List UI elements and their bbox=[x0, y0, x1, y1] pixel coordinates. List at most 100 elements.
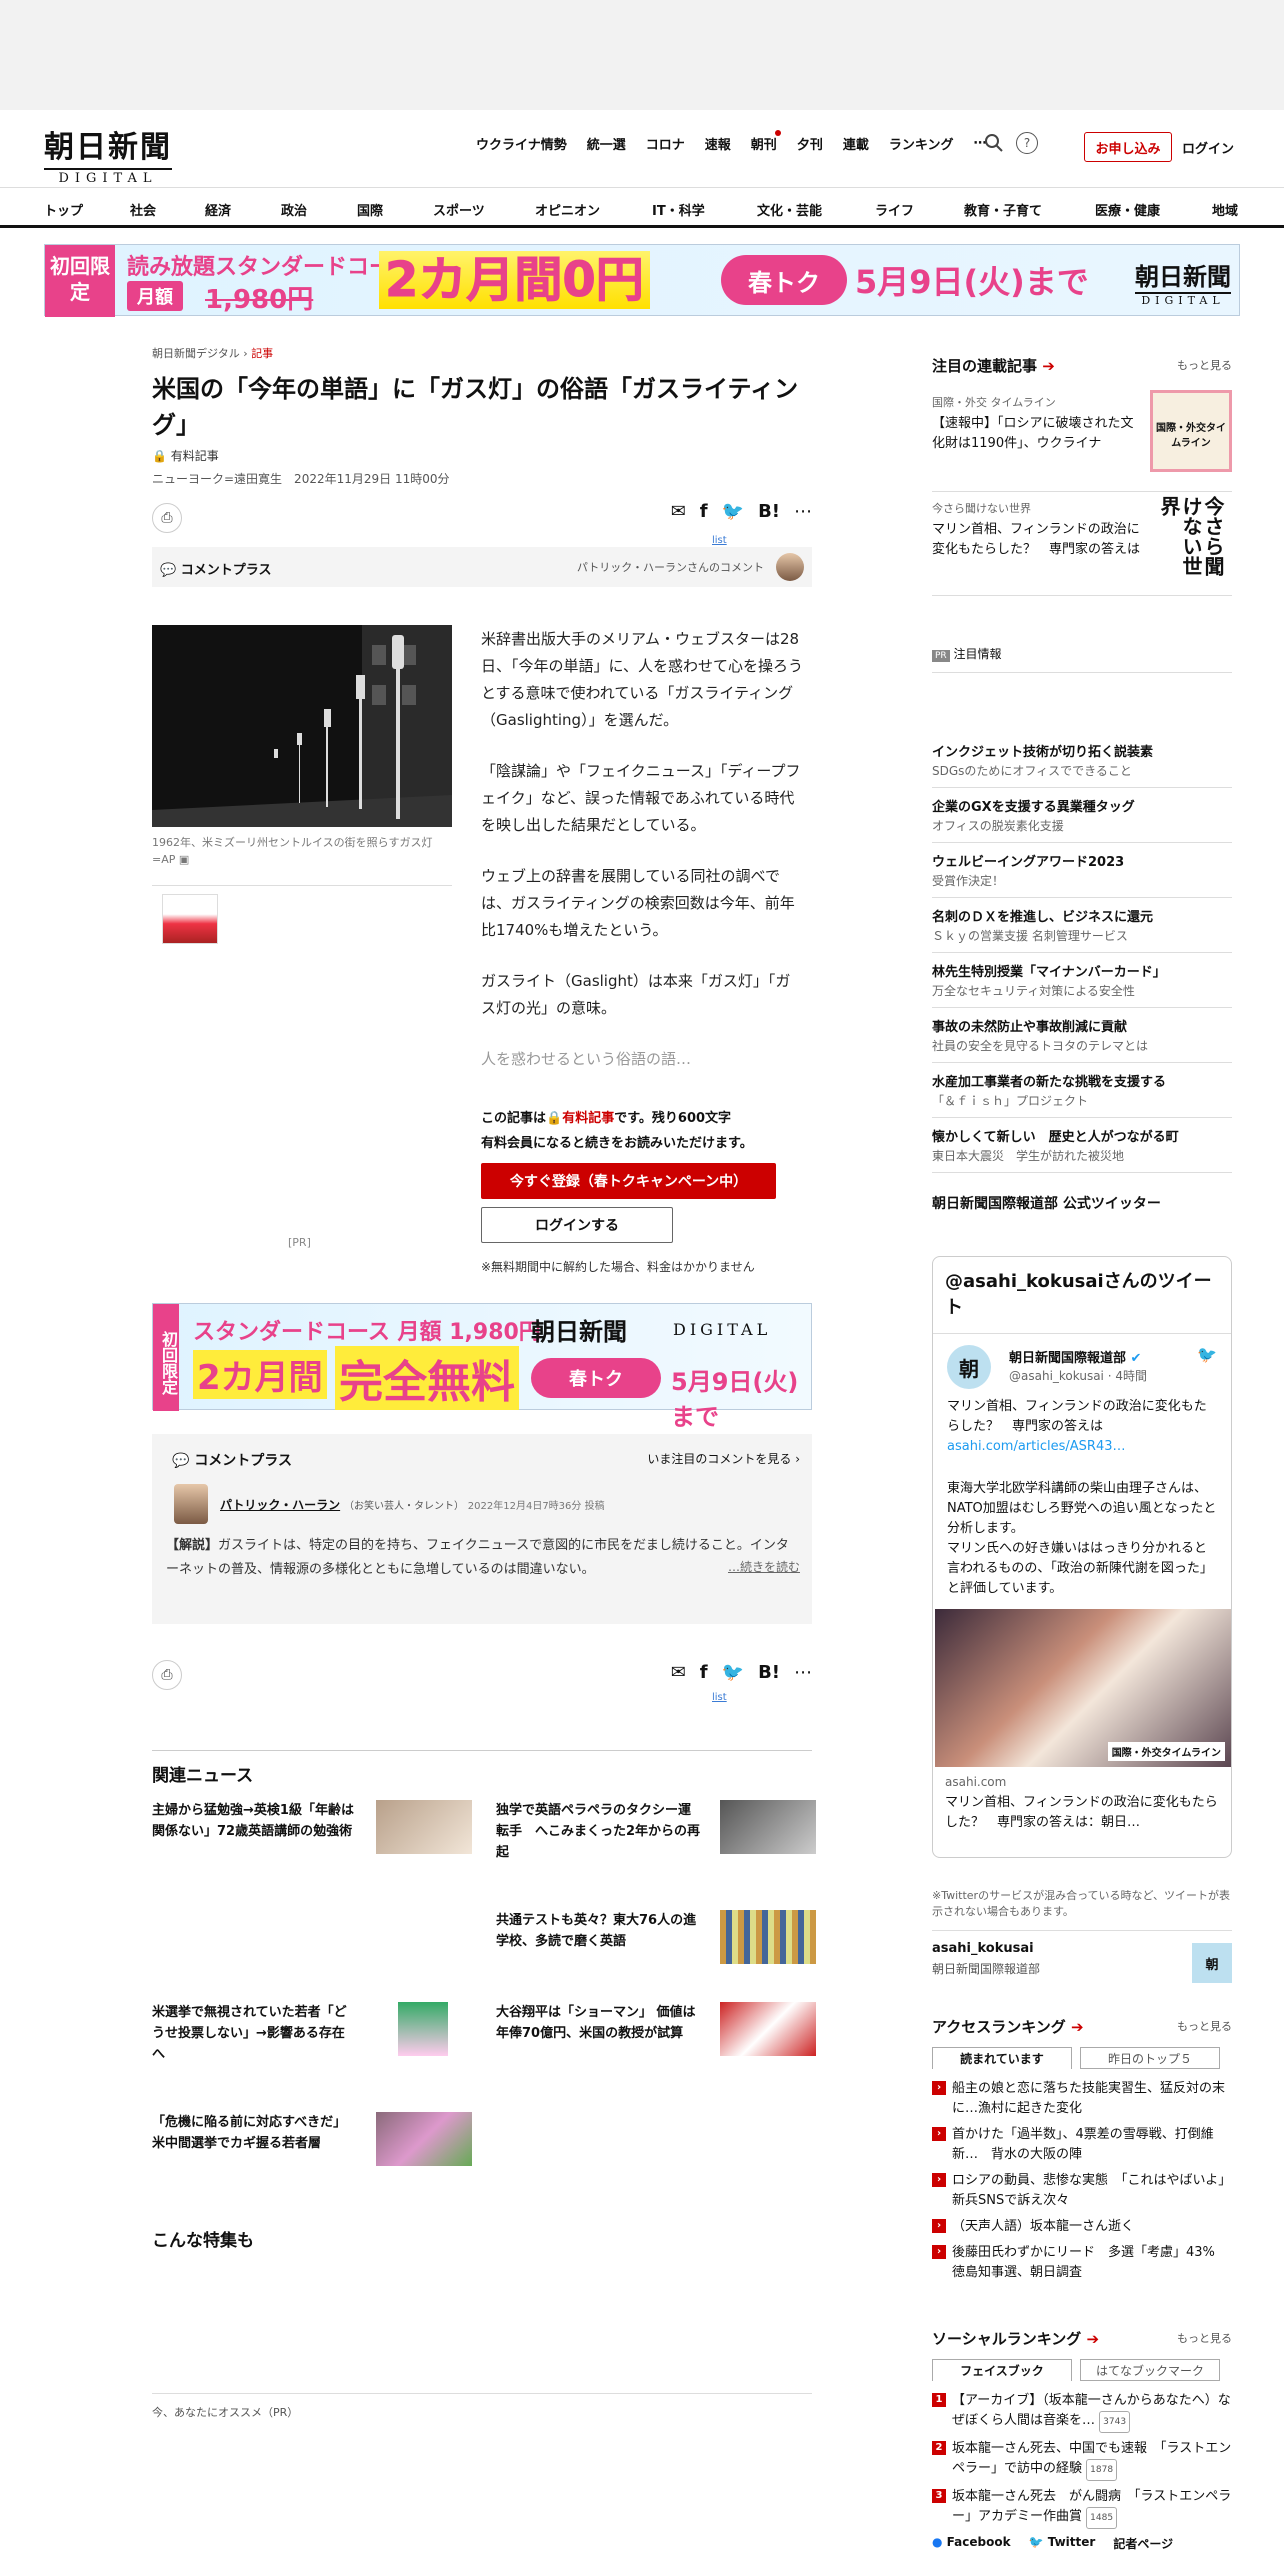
ad-item-6[interactable]: 事故の未然防止や事故削減に貢献 社員の安全を見守るトヨタのテレマとは bbox=[932, 1008, 1232, 1063]
print-icon[interactable]: ⎙ bbox=[152, 503, 182, 533]
hatena-icon-bottom[interactable]: B! bbox=[758, 1662, 780, 1683]
twitter-link[interactable]: 🐦 Twitter bbox=[1029, 2535, 1096, 2552]
cat-region[interactable]: 地域 bbox=[1212, 200, 1238, 219]
promo-banner-top[interactable]: 初回限定 読み放題スタンダードコース 月額 1,980円 2カ月間0円 春トク … bbox=[44, 244, 1240, 317]
ad-item-5[interactable]: 林先生特別授業「マイナンバーカード」 万全なセキュリティ対策による安全性 bbox=[932, 953, 1232, 1008]
social-more[interactable]: もっと見る bbox=[1177, 2330, 1232, 2346]
facebook-icon[interactable]: f bbox=[700, 501, 708, 522]
cat-health[interactable]: 医療・健康 bbox=[1095, 200, 1160, 219]
related-item-1[interactable]: 主婦から猛勉強→英検1級「年齢は関係ない」72歳英語講師の勉強術 bbox=[152, 1800, 472, 1854]
search-icon[interactable] bbox=[984, 133, 1004, 153]
cbox-more-link[interactable]: いま注目のコメントを見る › bbox=[647, 1450, 800, 1467]
cbox-read-more[interactable]: …続きを読む bbox=[728, 1558, 800, 1575]
nav-breaking[interactable]: 速報 bbox=[705, 134, 731, 153]
series-item-1[interactable]: 国際・外交 タイムライン 【速報中】「ロシアに破壊された文化財は1190件」、ウ… bbox=[932, 386, 1232, 492]
list-link[interactable]: list bbox=[712, 535, 727, 546]
site-logo[interactable]: 朝日新聞 DIGITAL bbox=[44, 122, 172, 186]
tab-hatena[interactable]: はてなブックマーク bbox=[1080, 2359, 1220, 2381]
crumb-site[interactable]: 朝日新聞デジタル bbox=[152, 347, 240, 360]
series-item-2[interactable]: 今さら聞けない世界 マリン首相、フィンランドの政治に変化もたらした？ 専門家の答… bbox=[932, 492, 1232, 596]
nav-ranking[interactable]: ランキング bbox=[889, 134, 954, 153]
access-item-5[interactable]: › 後藤田氏わずかにリード 多選「考慮」43% 徳島知事選、朝日調査 bbox=[932, 2243, 1232, 2283]
ad-item-1[interactable]: インクジェット技術が切り拓く説装素 SDGsのためにオフィスでできること bbox=[932, 733, 1232, 788]
reporter-link[interactable]: 記者ページ bbox=[1113, 2535, 1173, 2552]
access-item-3[interactable]: › ロシアの動員、悲惨な実態 「これはやばいよ」新兵SNSで訴え次々 bbox=[932, 2171, 1232, 2211]
ad-sub-6: 社員の安全を見守るトヨタのテレマとは bbox=[932, 1039, 1149, 1053]
cat-society[interactable]: 社会 bbox=[130, 200, 156, 219]
ad-item-8[interactable]: 懐かしくて新しい 歴史と人がつながる町 東日本大震災 学生が訪れた被災地 bbox=[932, 1118, 1232, 1173]
comment-plus-bar[interactable]: 💬 コメントプラス パトリック・ハーランさんのコメント bbox=[152, 547, 812, 587]
tw-avatar[interactable]: 朝 bbox=[947, 1345, 991, 1389]
ad-item-4[interactable]: 名刺のＤＸを推進し、ビジネスに還元 Ｓｋｙの営業支援 名刺管理サービス bbox=[932, 898, 1232, 953]
cat-education[interactable]: 教育・子育て bbox=[964, 200, 1042, 219]
ad-item-3[interactable]: ウェルビーイングアワード2023 受賞作決定！ bbox=[932, 843, 1232, 898]
access-item-4[interactable]: › （天声人語）坂本龍一さん逝く bbox=[932, 2217, 1232, 2237]
help-icon[interactable]: ? bbox=[1016, 132, 1038, 154]
article-login-button[interactable]: ログインする bbox=[481, 1207, 673, 1243]
series-more[interactable]: もっと見る bbox=[1177, 357, 1232, 373]
ad-item-7[interactable]: 水産加工事業者の新たな挑戦を支援する 「＆ｆｉｓｈ」プロジェクト bbox=[932, 1063, 1232, 1118]
related-item-5[interactable]: 大谷翔平は「ショーマン」 価値は年俸70億円、米国の教授が試算 bbox=[496, 2002, 816, 2056]
twitter-icon-bottom[interactable]: 🐦 bbox=[722, 1662, 744, 1683]
tw-name[interactable]: 朝日新聞国際報道部 ✔ bbox=[1009, 1347, 1141, 1366]
facebook-icon-bottom[interactable]: f bbox=[700, 1662, 708, 1683]
tab-yesterday[interactable]: 昨日のトップ５ bbox=[1080, 2047, 1220, 2069]
twitter-bird-icon[interactable]: 🐦 bbox=[1197, 1345, 1217, 1364]
mail-icon-bottom[interactable]: ✉ bbox=[671, 1662, 686, 1683]
related-item-3[interactable]: 共通テストも英々？東大76人の進学校、多読で磨く英語 bbox=[496, 1910, 816, 1964]
list-link-bottom[interactable]: list bbox=[712, 1692, 727, 1703]
nav-evening[interactable]: 夕刊 bbox=[797, 134, 823, 153]
tab-facebook[interactable]: フェイスブック bbox=[932, 2359, 1072, 2381]
cat-opinion[interactable]: オピニオン bbox=[535, 200, 600, 219]
social-item-3[interactable]: 3 坂本龍一さん死去 がん闘病 「ラストエンペラー」アカデミー作曲賞 1485 bbox=[932, 2487, 1232, 2529]
cat-life[interactable]: ライフ bbox=[875, 200, 914, 219]
twitter-logo-icon: 🐦 bbox=[1028, 2535, 1044, 2549]
social-item-2[interactable]: 2 坂本龍一さん死去、中国でも速報 「ラストエンペラー」で訪中の経験 1878 bbox=[932, 2439, 1232, 2481]
cat-it-science[interactable]: IT・科学 bbox=[652, 200, 705, 219]
nav-morning[interactable]: 朝刊 bbox=[751, 130, 781, 153]
login-link[interactable]: ログイン bbox=[1182, 138, 1234, 157]
print-icon-bottom[interactable]: ⎙ bbox=[152, 1660, 182, 1690]
hatena-icon[interactable]: B! bbox=[758, 501, 780, 522]
more-share-icon-bottom[interactable]: ⋯ bbox=[794, 1662, 812, 1683]
article-photo[interactable] bbox=[152, 625, 452, 827]
access-more[interactable]: もっと見る bbox=[1177, 2018, 1232, 2034]
cbox-author[interactable]: パトリック・ハーラン bbox=[220, 1498, 340, 1512]
register-button[interactable]: 今すぐ登録（春トクキャンペーン中） bbox=[481, 1163, 776, 1199]
ad-item-2[interactable]: 企業のGXを支援する異業種タッグ オフィスの脱炭素化支援 bbox=[932, 788, 1232, 843]
gallery-icon[interactable]: ▣ bbox=[179, 853, 189, 866]
related-item-4[interactable]: 米選挙で無視されていた若者「どうせ投票しない」→影響ある存在へ bbox=[152, 2002, 472, 2065]
mail-icon[interactable]: ✉ bbox=[671, 501, 686, 522]
thumbnail-1[interactable] bbox=[162, 894, 218, 944]
access-item-1[interactable]: › 船主の娘と恋に落ちた技能実習生、猛反対の末に…漁村に起きた変化 bbox=[932, 2079, 1232, 2119]
access-item-2[interactable]: › 首かけた「過半数」、4票差の雪辱戦、打倒維新… 背水の大阪の陣 bbox=[932, 2125, 1232, 2165]
tw-card-image[interactable]: 国際・外交タイムライン bbox=[935, 1609, 1231, 1767]
cat-culture[interactable]: 文化・芸能 bbox=[757, 200, 822, 219]
nav-series[interactable]: 連載 bbox=[843, 134, 869, 153]
site-header: 朝日新聞 DIGITAL ウクライナ情勢 統一選 コロナ 速報 朝刊 夕刊 連載… bbox=[0, 110, 1284, 188]
subscribe-button[interactable]: お申し込み bbox=[1084, 132, 1172, 162]
tw-link[interactable]: asahi.com/articles/ASR43… bbox=[947, 1439, 1125, 1454]
social-tabs: フェイスブック はてなブックマーク bbox=[932, 2359, 1232, 2381]
related-item-6[interactable]: 「危機に陥る前に対応すべきだ」 米中間選挙でカギ握る若者層 bbox=[152, 2112, 472, 2166]
social-item-1[interactable]: 1 【アーカイブ】（坂本龍一さんからあなたへ）なぜぼくら人間は音楽を… 3743 bbox=[932, 2391, 1232, 2433]
cat-politics[interactable]: 政治 bbox=[281, 200, 307, 219]
promo-banner-mid[interactable]: 初回限定 スタンダードコース 月額 1,980円 2カ月間 完全無料 朝日新聞 … bbox=[152, 1303, 812, 1431]
tab-now[interactable]: 読まれています bbox=[932, 2047, 1072, 2069]
cat-sports[interactable]: スポーツ bbox=[433, 200, 485, 219]
nav-corona[interactable]: コロナ bbox=[646, 134, 685, 153]
related-item-2[interactable]: 独学で英語ペラペラのタクシー運転手 へこみまくった2年からの再起 bbox=[496, 1800, 816, 1863]
cat-international[interactable]: 国際 bbox=[357, 200, 383, 219]
ad-title-2: 企業のGXを支援する異業種タッグ bbox=[932, 800, 1135, 815]
tw-card-title[interactable]: マリン首相、フィンランドの政治に変化もたらした？ 専門家の答えは：朝日… bbox=[945, 1793, 1221, 1833]
cat-economy[interactable]: 経済 bbox=[205, 200, 231, 219]
twitter-icon[interactable]: 🐦 bbox=[722, 501, 744, 522]
nav-ukraine[interactable]: ウクライナ情勢 bbox=[476, 134, 567, 153]
crumb-section[interactable]: 記事 bbox=[251, 347, 273, 360]
nav-election[interactable]: 統一選 bbox=[587, 134, 626, 153]
more-share-icon[interactable]: ⋯ bbox=[794, 501, 812, 522]
facebook-link[interactable]: ● Facebook bbox=[932, 2535, 1011, 2552]
tw-account[interactable]: asahi_kokusai 朝日新聞国際報道部 朝 bbox=[932, 1930, 1232, 1988]
cat-top[interactable]: トップ bbox=[44, 200, 83, 219]
social-ranking: ソーシャルランキング ➔ もっと見る フェイスブック はてなブックマーク 1 【ア… bbox=[932, 2328, 1232, 2552]
